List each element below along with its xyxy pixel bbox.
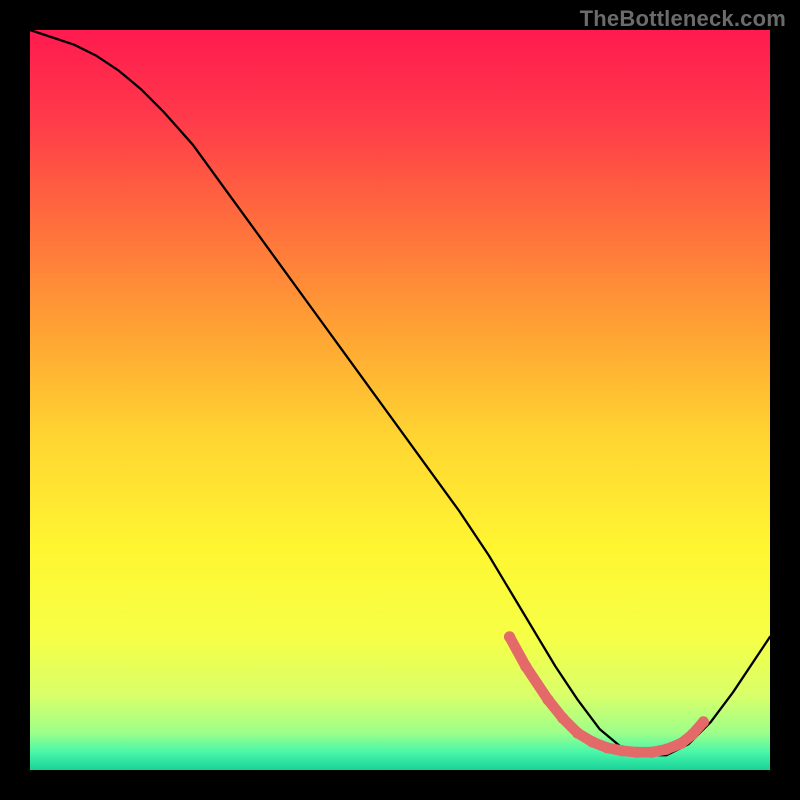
highlight-dot bbox=[504, 631, 515, 642]
highlight-dot bbox=[661, 744, 672, 755]
highlight-dot bbox=[687, 729, 698, 740]
highlight-dot bbox=[676, 738, 687, 749]
watermark-text: TheBottleneck.com bbox=[580, 6, 786, 32]
gradient-background bbox=[30, 30, 770, 770]
highlight-dot bbox=[602, 742, 613, 753]
highlight-dot bbox=[520, 661, 531, 672]
chart-svg bbox=[30, 30, 770, 770]
highlight-dot bbox=[542, 694, 553, 705]
highlight-dot bbox=[646, 747, 657, 758]
highlight-dot bbox=[572, 727, 583, 738]
plot-area bbox=[30, 30, 770, 770]
highlight-dot bbox=[631, 747, 642, 758]
chart-frame: TheBottleneck.com bbox=[0, 0, 800, 800]
highlight-dot bbox=[587, 736, 598, 747]
highlight-dot bbox=[616, 745, 627, 756]
highlight-dot bbox=[557, 713, 568, 724]
highlight-dot bbox=[698, 716, 709, 727]
